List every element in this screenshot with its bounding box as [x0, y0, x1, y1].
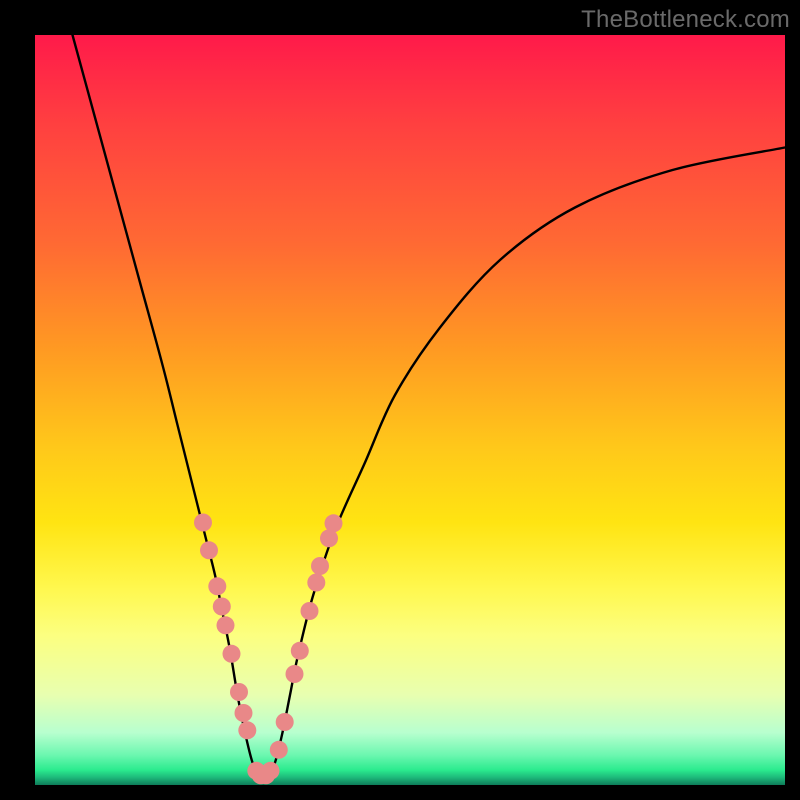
watermark-text: TheBottleneck.com: [581, 6, 790, 34]
curve-marker: [235, 704, 253, 722]
chart-svg: [35, 35, 785, 785]
curve-marker: [270, 741, 288, 759]
curve-markers: [194, 514, 343, 785]
curve-marker: [307, 574, 325, 592]
curve-marker: [286, 665, 304, 683]
chart-stage: TheBottleneck.com: [0, 0, 800, 800]
curve-marker: [301, 602, 319, 620]
curve-marker: [223, 645, 241, 663]
curve-marker: [262, 762, 280, 780]
curve-marker: [213, 598, 231, 616]
curve-marker: [325, 514, 343, 532]
curve-marker: [194, 514, 212, 532]
curve-marker: [291, 642, 309, 660]
plot-area: [35, 35, 785, 785]
curve-marker: [200, 541, 218, 559]
curve-marker: [238, 721, 256, 739]
curve-marker: [230, 683, 248, 701]
bottleneck-curve: [73, 35, 786, 779]
curve-marker: [276, 713, 294, 731]
curve-marker: [217, 616, 235, 634]
curve-marker: [311, 557, 329, 575]
curve-marker: [208, 577, 226, 595]
